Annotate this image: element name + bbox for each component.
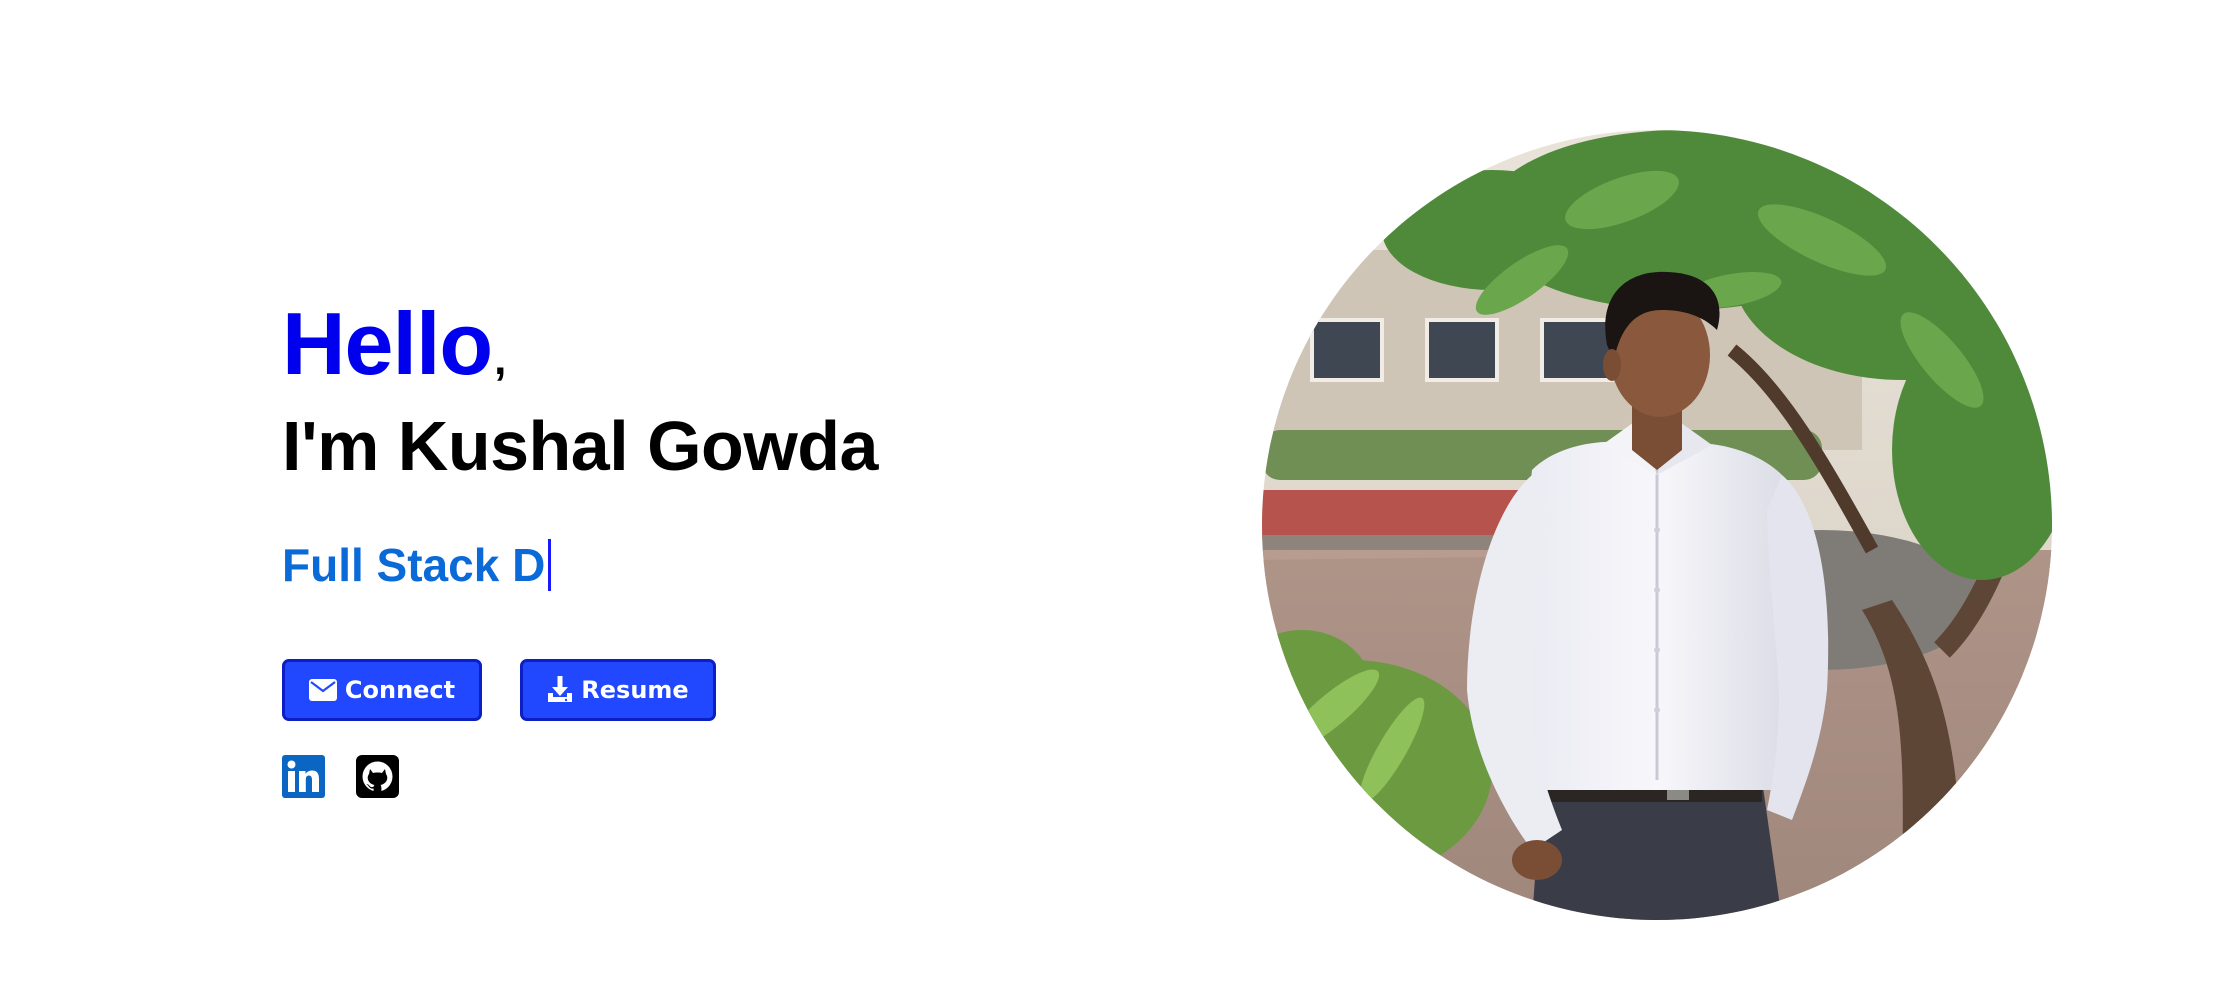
greeting: Hello ,	[282, 300, 1182, 400]
hero-page: Hello , I'm Kushal Gowda Full Stack D Co…	[0, 0, 2228, 1004]
envelope-icon	[308, 679, 337, 701]
social-links	[282, 755, 1182, 798]
name-heading: I'm Kushal Gowda	[282, 407, 878, 485]
action-buttons: Connect Resume	[282, 659, 1182, 721]
typed-role-text: Full Stack D	[282, 539, 546, 591]
profile-photo	[1262, 130, 2052, 920]
resume-button[interactable]: Resume	[520, 659, 716, 721]
typed-role: Full Stack D	[282, 535, 1182, 595]
greeting-punctuation: ,	[494, 335, 507, 384]
download-icon	[547, 676, 573, 704]
linkedin-icon[interactable]	[282, 755, 325, 798]
github-icon[interactable]	[356, 755, 399, 798]
hero-intro: Hello , I'm Kushal Gowda Full Stack D Co…	[282, 300, 1182, 798]
typing-caret	[548, 539, 552, 591]
connect-button[interactable]: Connect	[282, 659, 482, 721]
greeting-hello: Hello	[282, 294, 493, 393]
resume-label: Resume	[581, 676, 689, 704]
connect-label: Connect	[344, 676, 456, 704]
